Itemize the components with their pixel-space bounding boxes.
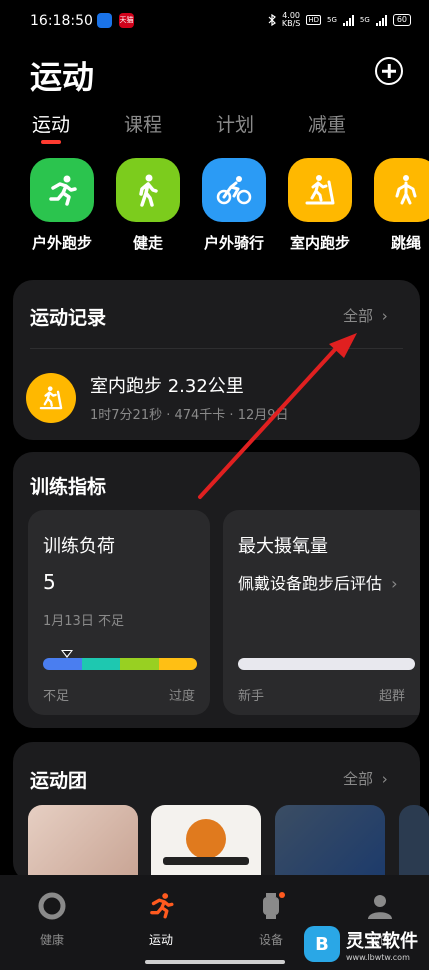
add-button[interactable] — [375, 57, 403, 85]
vo2max-description: 佩戴设备跑步后评估 › — [238, 574, 398, 593]
watch-icon — [263, 892, 285, 919]
sport-indoor-run[interactable]: 室内跑步 — [288, 158, 352, 253]
divider — [30, 348, 403, 349]
sport-label: 室内跑步 — [289, 234, 350, 252]
group-image[interactable] — [151, 805, 261, 875]
notification-app-icon — [97, 13, 112, 28]
tab-sport[interactable]: 运动 — [32, 110, 124, 144]
group-logo-graphic — [186, 819, 226, 859]
records-title: 运动记录 — [30, 307, 107, 329]
load-marker — [61, 650, 73, 658]
top-tabs: 运动 课程 计划 减重 — [32, 110, 400, 144]
scale-high-label: 超群 — [378, 689, 405, 704]
nav-sport[interactable]: 运动 — [131, 891, 191, 948]
training-metrics-card: 训练指标 训练负荷 5 1月13日 不足 不足 过度 最大摄氧量 佩戴设备跑步后… — [13, 452, 420, 728]
tab-weight-loss[interactable]: 减重 — [308, 110, 400, 137]
scale-low-label: 新手 — [238, 689, 265, 704]
tab-plan[interactable]: 计划 — [216, 110, 308, 137]
running-icon — [150, 893, 174, 919]
sport-label: 健走 — [132, 234, 163, 252]
record-details: 1时7分21秒 · 474千卡 · 12月9日 — [90, 408, 289, 423]
signal-5g-label-2: 5G — [359, 16, 370, 24]
scale-low-label: 不足 — [43, 689, 70, 704]
sport-walk[interactable]: 健走 — [116, 158, 180, 253]
running-icon — [30, 158, 94, 222]
group-image[interactable] — [399, 805, 429, 875]
training-load-card[interactable]: 训练负荷 5 1月13日 不足 不足 过度 — [28, 510, 210, 715]
network-speed: 4.00 KB/S — [281, 11, 301, 28]
nav-health[interactable]: 健康 — [22, 891, 82, 948]
watermark: B 灵宝软件 www.lbwtw.com — [300, 918, 429, 970]
sport-label: 户外骑行 — [203, 234, 264, 252]
status-bar: 16:18:50 天猫 4.00 KB/S HD 5G 5G 60 — [0, 0, 429, 44]
chevron-right-icon: › — [391, 574, 398, 593]
home-indicator[interactable] — [145, 960, 285, 964]
scale-high-label: 过度 — [168, 689, 195, 704]
group-image[interactable] — [28, 805, 138, 875]
status-time: 16:18:50 — [30, 13, 93, 29]
sport-outdoor-run[interactable]: 户外跑步 — [30, 158, 94, 253]
walking-icon — [116, 158, 180, 222]
training-load-date: 1月13日 不足 — [43, 614, 124, 629]
profile-icon — [368, 895, 392, 919]
metrics-title: 训练指标 — [30, 476, 107, 498]
treadmill-icon — [26, 373, 76, 423]
groups-view-all-link[interactable]: 全部 › — [343, 768, 388, 789]
tmall-notification-icon: 天猫 — [119, 13, 134, 28]
status-indicators: 4.00 KB/S HD 5G 5G 60 — [268, 12, 411, 28]
groups-title: 运动团 — [30, 770, 88, 792]
records-view-all-link[interactable]: 全部 › — [343, 305, 388, 326]
sport-label: 户外跑步 — [31, 234, 92, 252]
vo2max-title: 最大摄氧量 — [238, 536, 328, 557]
sport-outdoor-cycling[interactable]: 户外骑行 — [202, 158, 266, 253]
exercise-records-card: 运动记录 全部 › 室内跑步 2.32公里 1时7分21秒 · 474千卡 · … — [13, 280, 420, 440]
training-load-scale — [43, 658, 197, 670]
tab-courses[interactable]: 课程 — [124, 110, 216, 137]
training-load-title: 训练负荷 — [43, 536, 115, 557]
hd-badge: HD — [306, 15, 322, 25]
nav-devices[interactable]: 设备 — [241, 891, 301, 948]
chevron-right-icon: › — [381, 307, 388, 325]
watermark-url: www.lbwtw.com — [346, 952, 410, 962]
signal-bars-icon-2 — [375, 14, 387, 26]
page-title: 运动 — [30, 58, 95, 96]
chevron-right-icon: › — [381, 770, 388, 788]
record-summary[interactable]: 室内跑步 2.32公里 — [90, 372, 244, 398]
group-image[interactable] — [275, 805, 385, 875]
watermark-logo-icon: B — [304, 926, 340, 962]
ring-icon — [38, 892, 66, 920]
battery-indicator: 60 — [392, 14, 411, 26]
vo2max-scale — [238, 658, 415, 670]
sport-type-list: 户外跑步 健走 户外骑行 室内跑步 跳绳 — [0, 158, 429, 258]
training-load-value: 5 — [43, 570, 56, 594]
signal-bars-icon — [342, 14, 354, 26]
vo2max-card[interactable]: 最大摄氧量 佩戴设备跑步后评估 › 新手 超群 — [223, 510, 420, 715]
signal-5g-label: 5G — [327, 16, 337, 24]
cycling-icon — [202, 158, 266, 222]
jump-rope-icon — [374, 158, 429, 222]
sport-jump-rope[interactable]: 跳绳 — [374, 158, 429, 253]
group-logo-brush — [163, 857, 249, 865]
sport-label: 跳绳 — [390, 234, 421, 252]
watermark-brand: 灵宝软件 — [346, 930, 418, 952]
bluetooth-icon — [268, 14, 276, 26]
treadmill-icon — [288, 158, 352, 222]
